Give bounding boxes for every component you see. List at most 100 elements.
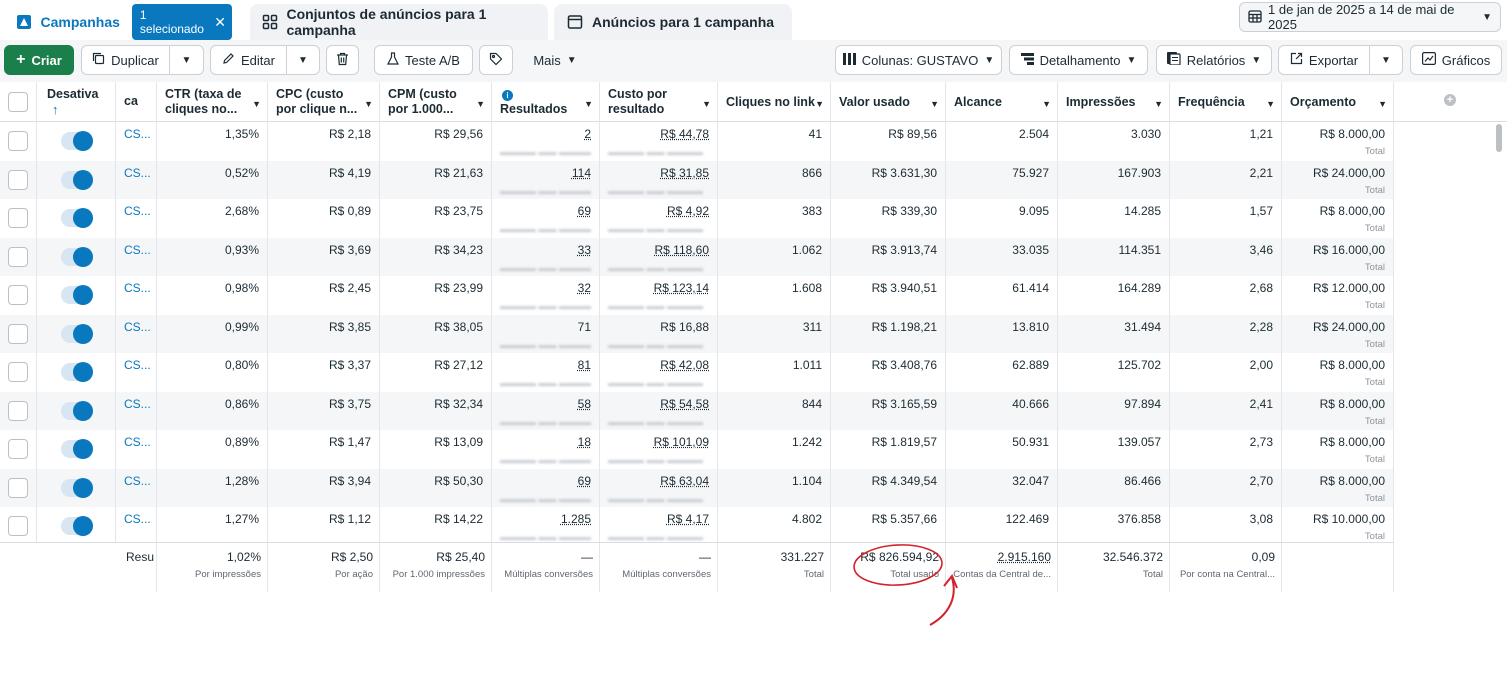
campaign-name-link[interactable]: CS...: [116, 276, 157, 315]
campaign-name-link[interactable]: CS...: [116, 237, 157, 276]
header-budget[interactable]: Orçamento ▼: [1282, 82, 1394, 122]
cell-cpr[interactable]: R$ 123,14 ▬▬▬▬ ▬▬ ▬▬▬▬: [600, 276, 718, 315]
campaign-toggle[interactable]: [61, 208, 93, 228]
duplicate-button[interactable]: Duplicar: [81, 45, 170, 75]
campaign-name-link[interactable]: CS...: [116, 199, 157, 238]
breakdown-button[interactable]: Detalhamento ▼: [1009, 45, 1148, 75]
table-row[interactable]: CS... 1,35% R$ 2,18 R$ 29,56 2 ▬▬▬▬ ▬▬ ▬▬▬▬ R$…: [0, 122, 1394, 161]
more-button[interactable]: Mais ▼: [524, 45, 586, 75]
selected-chip[interactable]: 1 selecionado ✕: [131, 4, 232, 40]
campaign-toggle[interactable]: [61, 285, 93, 305]
table-row[interactable]: CS... 1,28% R$ 3,94 R$ 50,30 69 ▬▬▬▬ ▬▬ ▬▬▬▬ R…: [0, 468, 1394, 507]
header-campaign[interactable]: ca: [116, 82, 157, 122]
table-row[interactable]: CS... 0,99% R$ 3,85 R$ 38,05 71 ▬▬▬▬ ▬▬ ▬▬▬▬ R…: [0, 314, 1394, 353]
header-impressions[interactable]: Impressões ▼: [1058, 82, 1170, 122]
row-checkbox[interactable]: [8, 285, 28, 305]
row-checkbox[interactable]: [8, 246, 28, 267]
table-row[interactable]: CS... 2,68% R$ 0,89 R$ 23,75 69 ▬▬▬▬ ▬▬ ▬▬▬▬ R…: [0, 199, 1394, 238]
table-row[interactable]: CS... 0,80% R$ 3,37 R$ 27,12 81 ▬▬▬▬ ▬▬ ▬▬▬▬ R…: [0, 353, 1394, 392]
table-row[interactable]: CS... 1,27% R$ 1,12 R$ 14,22 1.285 ▬▬▬▬ ▬▬ ▬▬…: [0, 507, 1394, 546]
row-checkbox[interactable]: [8, 477, 28, 498]
campaign-name-link[interactable]: CS...: [116, 507, 157, 546]
header-frequency[interactable]: Frequência ▼: [1170, 82, 1282, 122]
cell-results[interactable]: 32 ▬▬▬▬ ▬▬ ▬▬▬▬: [492, 276, 600, 315]
info-icon[interactable]: i: [502, 90, 513, 101]
row-checkbox[interactable]: [8, 400, 28, 421]
header-ctr[interactable]: CTR (taxa de cliques no... ▼: [157, 82, 268, 122]
tab-campaigns[interactable]: Campanhas 1 selecionado ✕: [4, 4, 244, 40]
cell-results[interactable]: 18 ▬▬▬▬ ▬▬ ▬▬▬▬: [492, 430, 600, 469]
campaign-name-link[interactable]: CS...: [116, 430, 157, 469]
campaign-name-link[interactable]: CS...: [116, 468, 157, 507]
row-checkbox[interactable]: [8, 323, 28, 344]
campaign-name-link[interactable]: CS...: [116, 353, 157, 392]
row-checkbox[interactable]: [8, 208, 28, 228]
cell-cpr[interactable]: R$ 16,88 ▬▬▬▬ ▬▬ ▬▬▬▬: [600, 314, 718, 353]
campaign-name-link[interactable]: CS...: [116, 160, 157, 199]
campaign-toggle[interactable]: [61, 400, 93, 421]
row-checkbox[interactable]: [8, 131, 28, 151]
cell-cpr[interactable]: R$ 101,09 ▬▬▬▬ ▬▬ ▬▬▬▬: [600, 430, 718, 469]
export-dropdown-button[interactable]: ▼: [1370, 45, 1403, 75]
date-range-picker[interactable]: 1 de jan de 2025 a 14 de mai de 2025 ▼: [1239, 2, 1501, 32]
row-checkbox[interactable]: [8, 362, 28, 382]
summary-reach-value[interactable]: 2.915.160: [998, 550, 1051, 564]
cell-results[interactable]: 1.285 ▬▬▬▬ ▬▬ ▬▬▬▬: [492, 507, 600, 546]
header-link-clicks[interactable]: Cliques no link ▼: [718, 82, 831, 122]
cell-results[interactable]: 69 ▬▬▬▬ ▬▬ ▬▬▬▬: [492, 468, 600, 507]
tab-ads[interactable]: Anúncios para 1 campanha: [554, 4, 792, 40]
campaign-toggle[interactable]: [61, 439, 93, 459]
header-toggle[interactable]: Desativa ↑: [37, 82, 116, 122]
cell-results[interactable]: 33 ▬▬▬▬ ▬▬ ▬▬▬▬: [492, 237, 600, 276]
cell-results[interactable]: 58 ▬▬▬▬ ▬▬ ▬▬▬▬: [492, 391, 600, 430]
header-spent[interactable]: Valor usado ▼: [831, 82, 946, 122]
cell-results[interactable]: 81 ▬▬▬▬ ▬▬ ▬▬▬▬: [492, 353, 600, 392]
export-button[interactable]: Exportar: [1278, 45, 1370, 75]
header-cpc[interactable]: CPC (custo por clique n... ▼: [268, 82, 380, 122]
select-all-checkbox[interactable]: [8, 92, 28, 112]
create-button[interactable]: + Criar: [4, 45, 74, 75]
cell-cpr[interactable]: R$ 31,85 ▬▬▬▬ ▬▬ ▬▬▬▬: [600, 160, 718, 199]
table-row[interactable]: CS... 0,86% R$ 3,75 R$ 32,34 58 ▬▬▬▬ ▬▬ ▬▬▬▬ R…: [0, 391, 1394, 430]
campaign-name-link[interactable]: CS...: [116, 122, 157, 161]
ab-test-button[interactable]: Teste A/B: [374, 45, 473, 75]
header-cost-per-result[interactable]: Custo por resultado ▼: [600, 82, 718, 122]
cell-results[interactable]: 114 ▬▬▬▬ ▬▬ ▬▬▬▬: [492, 160, 600, 199]
cell-cpr[interactable]: R$ 54,58 ▬▬▬▬ ▬▬ ▬▬▬▬: [600, 391, 718, 430]
cell-cpr[interactable]: R$ 118,60 ▬▬▬▬ ▬▬ ▬▬▬▬: [600, 237, 718, 276]
header-reach[interactable]: Alcance ▼: [946, 82, 1058, 122]
campaign-toggle[interactable]: [61, 246, 93, 267]
duplicate-dropdown-button[interactable]: ▼: [170, 45, 204, 75]
cell-results[interactable]: 69 ▬▬▬▬ ▬▬ ▬▬▬▬: [492, 199, 600, 238]
row-checkbox[interactable]: [8, 516, 28, 536]
table-row[interactable]: CS... 0,52% R$ 4,19 R$ 21,63 114 ▬▬▬▬ ▬▬ ▬▬▬▬…: [0, 160, 1394, 199]
cell-cpr[interactable]: R$ 4,17 ▬▬▬▬ ▬▬ ▬▬▬▬: [600, 507, 718, 546]
cell-cpr[interactable]: R$ 4,92 ▬▬▬▬ ▬▬ ▬▬▬▬: [600, 199, 718, 238]
add-column-icon[interactable]: +: [1444, 94, 1456, 106]
row-checkbox[interactable]: [8, 439, 28, 459]
header-results[interactable]: i Resultados ▼: [492, 82, 600, 122]
table-row[interactable]: CS... 0,98% R$ 2,45 R$ 23,99 32 ▬▬▬▬ ▬▬ ▬▬▬▬ R…: [0, 276, 1394, 315]
edit-button[interactable]: Editar: [210, 45, 287, 75]
campaign-toggle[interactable]: [61, 323, 93, 344]
columns-button[interactable]: Colunas: GUSTAVO ▼: [835, 45, 1002, 75]
cell-results[interactable]: 2 ▬▬▬▬ ▬▬ ▬▬▬▬: [492, 122, 600, 161]
tag-button[interactable]: [479, 45, 513, 75]
campaign-toggle[interactable]: [61, 169, 93, 190]
table-row[interactable]: CS... 0,93% R$ 3,69 R$ 34,23 33 ▬▬▬▬ ▬▬ ▬▬▬▬ R…: [0, 237, 1394, 276]
row-checkbox[interactable]: [8, 169, 28, 190]
delete-button[interactable]: [326, 45, 359, 75]
cell-cpr[interactable]: R$ 63,04 ▬▬▬▬ ▬▬ ▬▬▬▬: [600, 468, 718, 507]
clear-selection-icon[interactable]: ✕: [214, 14, 226, 31]
header-cpm[interactable]: CPM (custo por 1.000... ▼: [380, 82, 492, 122]
campaign-toggle[interactable]: [61, 362, 93, 382]
reports-button[interactable]: Relatórios ▼: [1156, 45, 1272, 75]
charts-button[interactable]: Gráficos: [1410, 45, 1502, 75]
cell-cpr[interactable]: R$ 44,78 ▬▬▬▬ ▬▬ ▬▬▬▬: [600, 122, 718, 161]
campaign-toggle[interactable]: [61, 477, 93, 498]
campaign-name-link[interactable]: CS...: [116, 391, 157, 430]
campaign-name-link[interactable]: CS...: [116, 314, 157, 353]
edit-dropdown-button[interactable]: ▼: [287, 45, 320, 75]
campaign-toggle[interactable]: [61, 516, 93, 536]
cell-results[interactable]: 71 ▬▬▬▬ ▬▬ ▬▬▬▬: [492, 314, 600, 353]
